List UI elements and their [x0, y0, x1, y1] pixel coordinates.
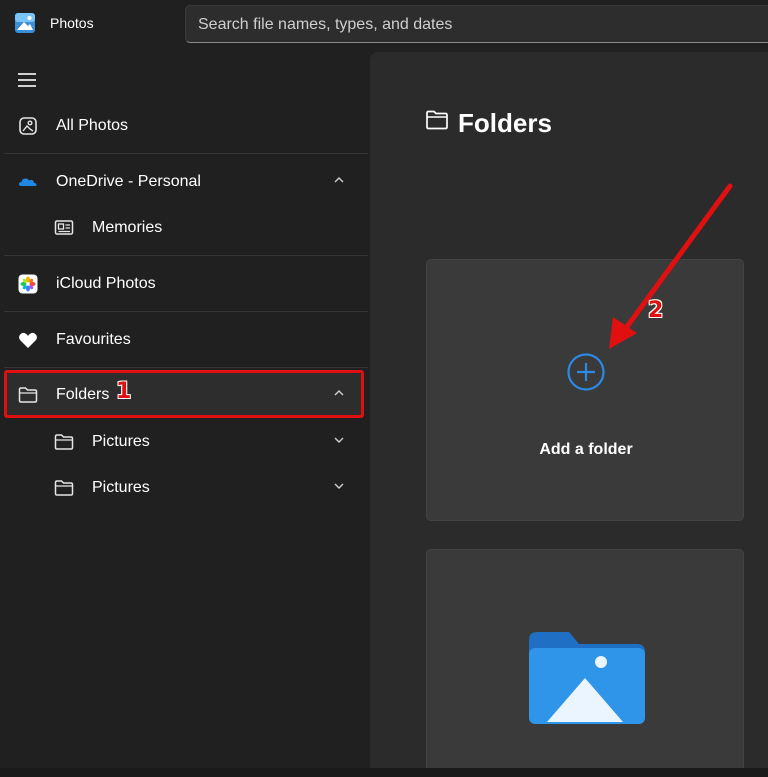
annotation-highlight-box [4, 370, 364, 418]
divider [4, 367, 368, 368]
sidebar-item-label: iCloud Photos [56, 275, 156, 292]
folder-icon [54, 480, 74, 496]
sidebar-item-label: Favourites [56, 331, 131, 348]
sidebar-item-memories[interactable]: Memories [0, 205, 368, 251]
annotation-step-2: 2 [648, 298, 664, 323]
add-circle-icon [567, 353, 605, 391]
sidebar-item-icloud-photos[interactable]: iCloud Photos [0, 261, 368, 307]
sidebar-item-pictures[interactable]: Pictures [0, 419, 368, 465]
page-title: Folders [458, 108, 552, 138]
bottom-edge [0, 768, 768, 777]
sidebar-item-label: Pictures [92, 479, 150, 496]
heart-icon [19, 332, 37, 348]
sidebar-item-label: Memories [92, 219, 163, 236]
divider [4, 153, 368, 154]
sidebar-item-all-photos[interactable]: All Photos [0, 103, 368, 149]
app-title: Photos [50, 15, 94, 31]
add-folder-card[interactable]: Add a folder [426, 259, 744, 521]
search-placeholder: Search file names, types, and dates [198, 16, 453, 33]
image-icon [19, 117, 37, 135]
folder-icon [54, 434, 74, 450]
chevron-up-icon[interactable] [332, 173, 346, 187]
sidebar-item-onedrive[interactable]: OneDrive - Personal [0, 159, 368, 205]
icloud-photos-icon [18, 274, 38, 294]
hamburger-menu-icon[interactable] [18, 72, 38, 88]
photos-app-icon [15, 13, 35, 33]
sidebar-item-label: All Photos [56, 117, 129, 134]
memories-icon [54, 220, 74, 235]
cloud-icon [19, 178, 37, 186]
add-folder-label: Add a folder [539, 441, 633, 458]
divider [4, 255, 368, 256]
pictures-folder-icon [529, 632, 645, 724]
chevron-down-icon[interactable] [332, 479, 346, 493]
search-input[interactable]: Search file names, types, and dates [185, 5, 768, 43]
chevron-down-icon[interactable] [332, 433, 346, 447]
annotation-step-1: 1 [116, 379, 132, 404]
folder-icon [426, 110, 448, 130]
sidebar-item-favourites[interactable]: Favourites [0, 317, 368, 363]
sidebar-item-label: Pictures [92, 433, 150, 450]
sidebar-item-pictures[interactable]: Pictures [0, 465, 368, 511]
title-bar: Photos Search file names, types, and dat… [0, 0, 768, 46]
folder-card[interactable] [426, 549, 744, 777]
main-content: Folders Add a folder [370, 52, 768, 777]
divider [4, 311, 368, 312]
sidebar: All Photos OneDrive - Personal Memories [0, 52, 370, 777]
sidebar-item-label: OneDrive - Personal [56, 173, 201, 190]
